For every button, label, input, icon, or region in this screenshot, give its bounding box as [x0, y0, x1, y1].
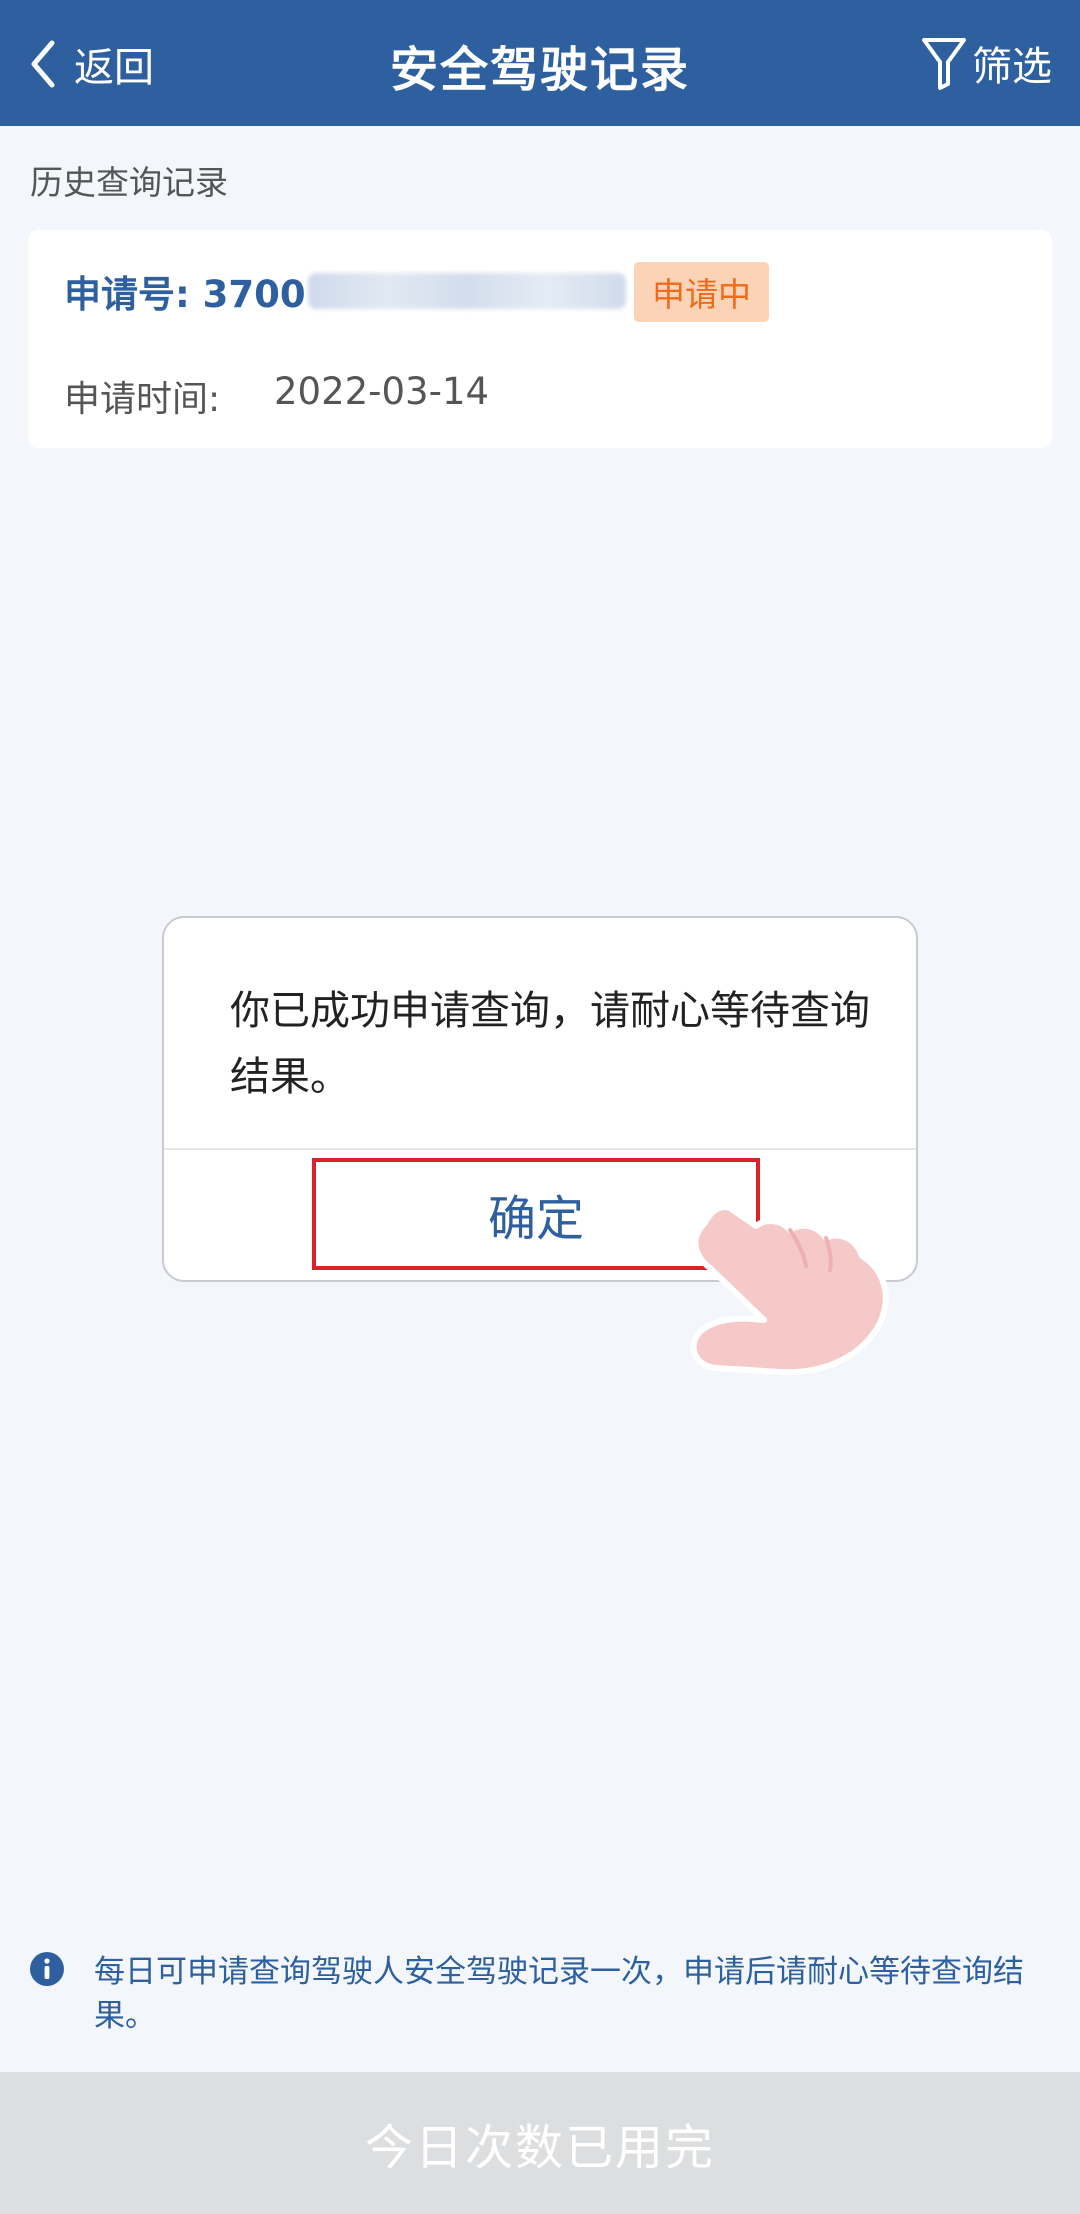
filter-label: 筛选 [972, 44, 1052, 90]
info-icon [30, 1952, 64, 1986]
pointing-hand-icon [690, 1204, 889, 1376]
apply-time-label: 申请时间: [64, 379, 221, 420]
application-number-text: 申请号: 3700 [64, 273, 306, 316]
notice: 每日可申请查询驾驶人安全驾驶记录一次，申请后请耐心等待查询结果。 [30, 1950, 1050, 2038]
application-number: 申请号: 3700 [64, 264, 626, 318]
status-badge: 申请中 [634, 262, 769, 322]
page-title: 安全驾驶记录 [389, 42, 690, 98]
query-button-disabled[interactable]: 今日次数已用完 [0, 2072, 1080, 2214]
section-title-history: 历史查询记录 [30, 163, 228, 202]
apply-time-value: 2022-03-14 [274, 370, 490, 413]
top-nav-bar: 返回 安全驾驶记录 筛选 [0, 0, 1080, 126]
filter-button[interactable]: 筛选 [920, 34, 1052, 92]
record-card[interactable]: 申请号: 3700 申请中 申请时间: 2022-03-14 [28, 230, 1052, 448]
notice-text: 每日可申请查询驾驶人安全驾驶记录一次，申请后请耐心等待查询结果。 [94, 1954, 1024, 2034]
dialog-divider [164, 1148, 916, 1150]
dialog-message: 你已成功申请查询，请耐心等待查询结果。 [230, 988, 870, 1100]
application-number-redacted [307, 273, 626, 309]
filter-icon [922, 38, 966, 90]
